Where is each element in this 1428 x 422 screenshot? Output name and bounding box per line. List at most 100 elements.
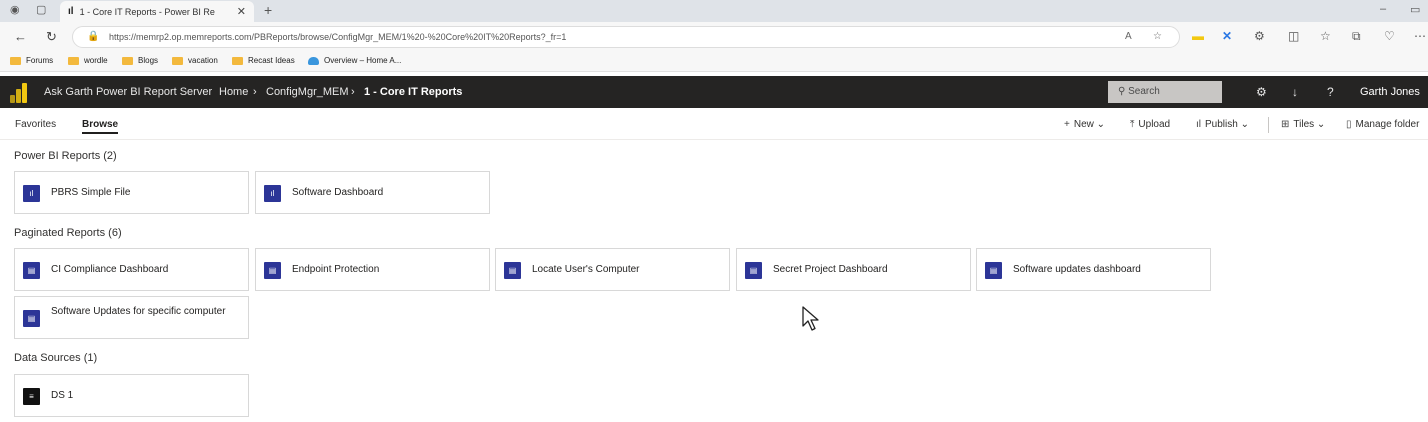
cloud-icon: [308, 56, 319, 65]
chevron-down-icon: ⌄: [1316, 119, 1326, 130]
paginated-report-icon: ▤: [745, 262, 762, 279]
plus-icon: +: [1064, 119, 1070, 130]
help-icon[interactable]: ?: [1327, 85, 1334, 99]
browser-essentials-icon[interactable]: ♡: [1384, 29, 1395, 43]
report-name: Software updates dashboard: [1013, 264, 1141, 275]
browser-tab[interactable]: ıl 1 - Core IT Reports - Power BI Re ✕: [60, 1, 254, 22]
tiles-icon: ⊞: [1281, 119, 1290, 130]
report-name: PBRS Simple File: [51, 187, 131, 198]
new-tab-icon[interactable]: +: [264, 2, 272, 18]
new-button[interactable]: + New ⌄: [1064, 119, 1105, 130]
bookmark-overview[interactable]: Overview – Home A...: [308, 56, 401, 65]
user-name[interactable]: Garth Jones: [1360, 86, 1420, 98]
paginated-report-icon: ▤: [23, 262, 40, 279]
extension-yellow-icon[interactable]: ▬: [1192, 29, 1204, 43]
close-tab-icon[interactable]: ✕: [237, 5, 246, 18]
app-title[interactable]: Ask Garth Power BI Report Server: [44, 86, 212, 98]
app-header: Ask Garth Power BI Report Server Home › …: [0, 76, 1428, 108]
workspaces-icon[interactable]: ▢: [36, 3, 46, 16]
profile-icon[interactable]: ◉: [10, 3, 20, 16]
breadcrumb-configmgr[interactable]: ConfigMgr_MEM: [266, 86, 349, 98]
tiles-view-button[interactable]: ⊞ Tiles ⌄: [1281, 119, 1325, 130]
folder-icon: [10, 56, 21, 65]
data-source-icon: ≡: [23, 388, 40, 405]
paginated-report-icon: ▤: [23, 310, 40, 327]
tab-title: 1 - Core IT Reports - Power BI Re: [79, 6, 215, 17]
read-aloud-icon[interactable]: A: [1125, 27, 1132, 47]
bookmark-recast-ideas[interactable]: Recast Ideas: [232, 56, 295, 65]
chevron-right-icon: ›: [351, 86, 355, 98]
breadcrumb-current: 1 - Core IT Reports: [364, 86, 463, 98]
extension-gear-icon[interactable]: ⚙: [1254, 29, 1265, 43]
report-name: Software Dashboard: [292, 187, 384, 198]
power-bi-report-icon: ıl: [264, 185, 281, 202]
power-bi-tab-icon: ıl: [68, 6, 74, 17]
report-card[interactable]: ▤ Software updates dashboard: [976, 248, 1211, 291]
section-power-bi-reports: Power BI Reports (2): [14, 150, 117, 162]
report-card[interactable]: ıl Software Dashboard: [255, 171, 490, 214]
minimize-icon[interactable]: –: [1380, 3, 1386, 15]
folder-icon: [68, 56, 79, 65]
report-name: Secret Project Dashboard: [773, 264, 888, 275]
folder-icon: [122, 56, 133, 65]
toolbar-divider: [1268, 117, 1269, 133]
folder-icon: [232, 56, 243, 65]
restore-icon[interactable]: ▭: [1410, 3, 1420, 16]
bookmarks-bar: Forums wordle Blogs vacation Recast Idea…: [0, 52, 1428, 72]
folder-icon: [172, 56, 183, 65]
upload-icon: ⤒: [1130, 119, 1135, 130]
chevron-down-icon: ⌄: [1096, 119, 1106, 130]
more-icon[interactable]: ⋯: [1414, 29, 1426, 43]
paginated-report-icon: ▤: [985, 262, 1002, 279]
data-source-card[interactable]: ≡ DS 1: [14, 374, 249, 417]
bookmark-blogs[interactable]: Blogs: [122, 56, 158, 65]
report-name: Endpoint Protection: [292, 264, 380, 275]
paginated-report-icon: ▤: [264, 262, 281, 279]
split-screen-icon[interactable]: ◫: [1288, 29, 1299, 43]
favorite-star-icon[interactable]: ☆: [1153, 27, 1162, 47]
settings-gear-icon[interactable]: ⚙: [1256, 85, 1267, 99]
address-bar-row: ← ↻ 🔒 https://memrp2.op.memreports.com/P…: [0, 22, 1428, 52]
report-name: CI Compliance Dashboard: [51, 264, 169, 275]
bookmark-forums[interactable]: Forums: [10, 56, 53, 65]
tab-favorites[interactable]: Favorites: [15, 119, 56, 130]
bookmark-vacation[interactable]: vacation: [172, 56, 218, 65]
bookmark-wordle[interactable]: wordle: [68, 56, 108, 65]
report-card[interactable]: ▤ Secret Project Dashboard: [736, 248, 971, 291]
power-bi-logo-icon[interactable]: [10, 81, 28, 103]
report-card[interactable]: ▤ Software Updates for specific computer: [14, 296, 249, 339]
url-field[interactable]: 🔒 https://memrp2.op.memreports.com/PBRep…: [72, 26, 1180, 48]
data-source-name: DS 1: [51, 390, 74, 401]
url-text: https://memrp2.op.memreports.com/PBRepor…: [109, 32, 567, 42]
refresh-icon[interactable]: ↻: [46, 29, 57, 45]
report-card[interactable]: ıl PBRS Simple File: [14, 171, 249, 214]
extension-x-icon[interactable]: ✕: [1222, 29, 1232, 43]
chevron-down-icon: ⌄: [1240, 119, 1249, 130]
breadcrumb-home[interactable]: Home: [219, 86, 248, 98]
power-bi-report-icon: ıl: [23, 185, 40, 202]
search-input[interactable]: ⚲ Search: [1108, 81, 1222, 103]
chevron-right-icon: ›: [253, 86, 257, 98]
back-icon[interactable]: ←: [14, 29, 27, 44]
manage-folder-button[interactable]: ▯ Manage folder: [1346, 119, 1419, 130]
mouse-cursor-icon: [802, 306, 819, 331]
browser-tabstrip: ◉ ▢ ıl 1 - Core IT Reports - Power BI Re…: [0, 0, 1428, 22]
report-name: Software Updates for specific computer: [51, 306, 226, 317]
report-card[interactable]: ▤ CI Compliance Dashboard: [14, 248, 249, 291]
publish-button[interactable]: ıl Publish ⌄: [1196, 119, 1249, 130]
lock-icon: 🔒: [87, 31, 100, 42]
favorites-icon[interactable]: ☆: [1320, 29, 1331, 43]
section-paginated-reports: Paginated Reports (6): [14, 227, 122, 239]
upload-button[interactable]: ⤒ Upload: [1130, 119, 1170, 130]
paginated-report-icon: ▤: [504, 262, 521, 279]
report-card[interactable]: ▤ Locate User's Computer: [495, 248, 730, 291]
report-name: Locate User's Computer: [532, 264, 640, 275]
report-card[interactable]: ▤ Endpoint Protection: [255, 248, 490, 291]
content-toolbar: Favorites Browse + New ⌄ ⤒ Upload ıl Publis…: [0, 110, 1428, 140]
search-icon: ⚲: [1118, 86, 1126, 97]
section-data-sources: Data Sources (1): [14, 352, 98, 364]
publish-icon: ıl: [1196, 119, 1201, 130]
tab-browse[interactable]: Browse: [82, 119, 119, 134]
download-icon[interactable]: ↓: [1292, 85, 1298, 99]
collections-icon[interactable]: ⧉: [1352, 29, 1361, 44]
